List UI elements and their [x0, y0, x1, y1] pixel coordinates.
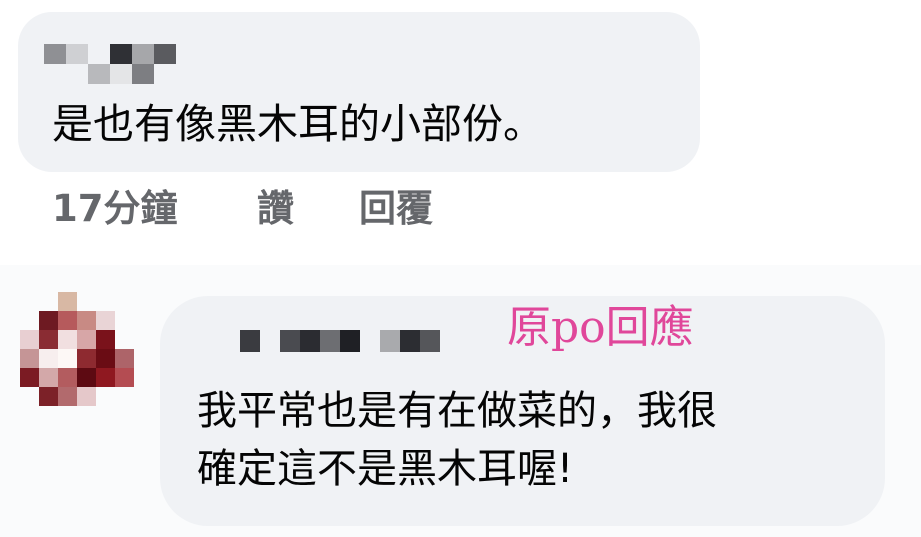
reply-text: 我平常也是有在做菜的，我很 確定這不是黑木耳喔!	[197, 382, 857, 498]
replier-name-pixelated[interactable]	[240, 330, 440, 352]
avatar[interactable]	[20, 292, 134, 406]
original-poster-annotation: 原po回應	[507, 302, 694, 353]
like-button[interactable]: 讚	[257, 186, 359, 232]
comment-text: 是也有像黑木耳的小部份。	[52, 100, 544, 148]
comment-actions: 17分鐘 讚 回覆	[52, 186, 433, 232]
commenter-name-pixelated[interactable]	[44, 44, 176, 84]
comment-timestamp[interactable]: 17分鐘	[52, 186, 257, 232]
reply-text-line: 確定這不是黑木耳喔!	[197, 446, 574, 492]
reply-button[interactable]: 回覆	[359, 186, 433, 232]
reply-text-line: 我平常也是有在做菜的，我很	[197, 388, 717, 434]
